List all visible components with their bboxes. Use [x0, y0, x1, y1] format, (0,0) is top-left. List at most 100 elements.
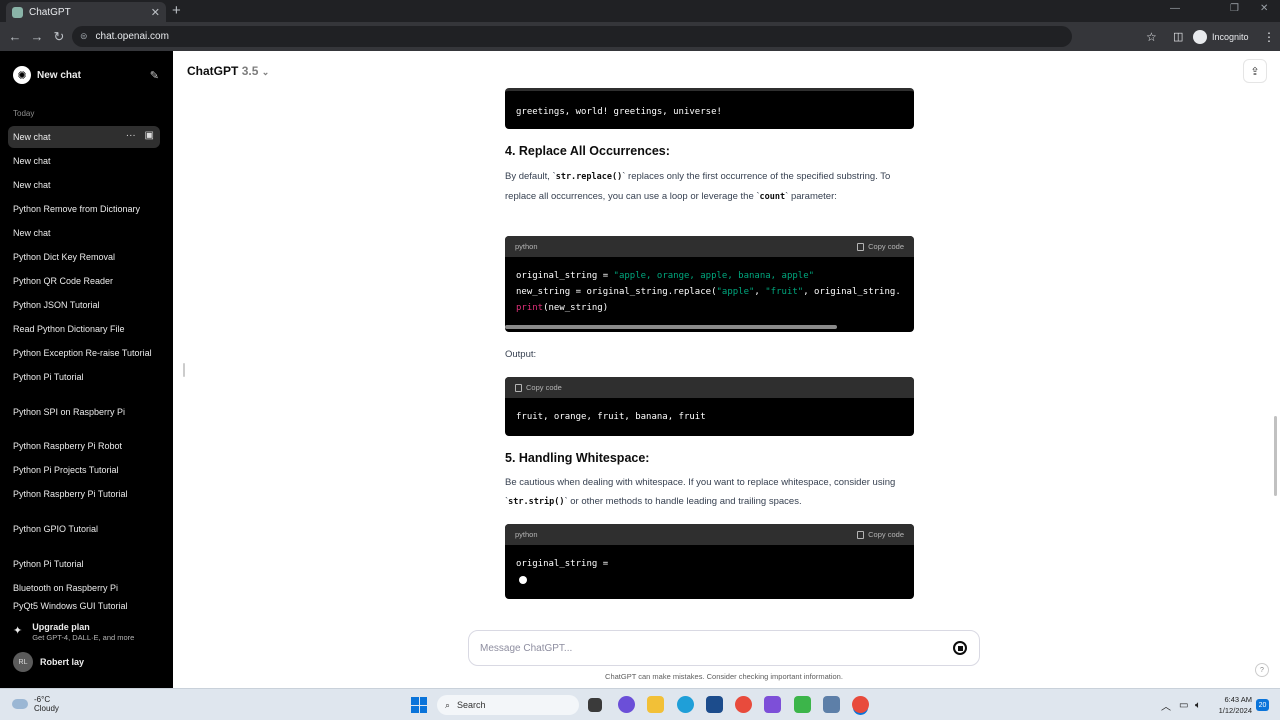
copy-code-button[interactable]: Copy code	[515, 383, 562, 392]
minimize-icon[interactable]: —	[1170, 3, 1180, 14]
code-text: greetings, world! greetings, universe!	[516, 107, 722, 117]
incognito-indicator[interactable]: Incognito	[1193, 22, 1249, 51]
taskbar-search[interactable]: ⌕ Search	[437, 695, 579, 715]
search-icon: ⌕	[445, 699, 451, 710]
stop-generating-button[interactable]	[953, 641, 967, 655]
new-tab-button[interactable]: +	[172, 2, 181, 19]
sidebar-item[interactable]: Python Exception Re-raise Tutorial	[8, 342, 160, 364]
chat-title: Python Raspberry Pi Robot	[13, 441, 123, 451]
close-window-icon[interactable]: ✕	[1260, 3, 1268, 14]
sidebar-item[interactable]: Python Pi Projects Tutorial	[8, 459, 160, 481]
sidebar: ✺ New chat ✎ Today New chat ··· ▣ New ch…	[0, 51, 173, 688]
copy-icon	[857, 242, 865, 251]
sidebar-item[interactable]: Read Python Dictionary File	[8, 318, 160, 340]
chat-title: Python QR Code Reader	[13, 276, 114, 286]
openai-logo-icon: ✺	[13, 66, 31, 84]
sidebar-item[interactable]: Python JSON Tutorial	[8, 294, 160, 316]
store-icon[interactable]	[706, 696, 723, 713]
copy-code-button[interactable]: Copy code	[857, 530, 904, 539]
new-chat-edit-icon[interactable]: ✎	[150, 69, 159, 82]
sidebar-item[interactable]: Bluetooth on Raspberry Pi	[8, 577, 160, 599]
model-selector[interactable]: ChatGPT 3.5 ⌄	[187, 64, 269, 78]
chat-title: PyQt5 Windows GUI Tutorial	[13, 601, 128, 611]
sidebar-item[interactable]: New chat	[8, 150, 160, 172]
site-info-icon[interactable]: ⊜	[80, 31, 88, 42]
help-button[interactable]: ?	[1255, 663, 1269, 677]
horizontal-scrollbar[interactable]	[505, 325, 837, 329]
tray-chevron-icon[interactable]: ︿	[1161, 689, 1171, 720]
sidebar-item[interactable]: PyQt5 Windows GUI Tutorial	[8, 601, 160, 613]
paragraph: By default, `str.replace()` replaces onl…	[505, 167, 914, 207]
chat-title: Python Remove from Dictionary	[13, 204, 141, 214]
model-name: ChatGPT	[187, 64, 239, 78]
more-options-icon[interactable]: ···	[126, 130, 136, 141]
volume-icon[interactable]: 🔈︎	[1195, 689, 1201, 720]
sidebar-item[interactable]: Python Remove from Dictionary	[8, 198, 160, 220]
chrome-icon[interactable]	[735, 696, 752, 713]
message-input[interactable]: Message ChatGPT...	[468, 630, 980, 666]
text: ` or other methods to handle leading and…	[564, 496, 802, 507]
sidebar-item[interactable]: Python Pi Tutorial	[8, 553, 160, 575]
chrome-incognito-icon[interactable]	[852, 696, 869, 713]
network-icon[interactable]: ▭	[1179, 689, 1188, 720]
clock[interactable]: 6:43 AM 1/12/2024	[1212, 694, 1252, 716]
app-icon[interactable]	[764, 696, 781, 713]
browser-tab[interactable]: ChatGPT ✕	[6, 2, 166, 22]
vertical-scrollbar[interactable]	[1274, 416, 1277, 496]
inline-code: str.replace()	[555, 172, 623, 182]
code-token: "apple"	[716, 287, 755, 297]
sidebar-item[interactable]: Python QR Code Reader	[8, 270, 160, 292]
sidebar-item-active[interactable]: New chat ··· ▣	[8, 126, 160, 148]
sidebar-item[interactable]: New chat	[8, 174, 160, 196]
sidebar-item[interactable]: Python Pi Tutorial	[8, 366, 160, 388]
code-token: print	[516, 303, 544, 313]
chat-app-icon[interactable]	[618, 696, 635, 713]
restore-icon[interactable]: ❐	[1230, 3, 1239, 14]
sidebar-item[interactable]: Python Raspberry Pi Robot	[8, 435, 160, 457]
chat-title: Python JSON Tutorial	[13, 300, 100, 310]
chat-title: Python GPIO Tutorial	[13, 524, 99, 534]
sidebar-item[interactable]: Python SPI on Raspberry Pi	[8, 401, 160, 423]
upgrade-subtitle: Get GPT-4, DALL·E, and more	[32, 633, 135, 642]
address-bar[interactable]: ⊜ chat.openai.com	[72, 26, 1072, 47]
sidebar-item[interactable]: Python Dict Key Removal	[8, 246, 160, 268]
sidebar-item[interactable]: Python Raspberry Pi Tutorial	[8, 483, 160, 505]
sidebar-toggle-handle[interactable]	[183, 363, 185, 377]
url-text: chat.openai.com	[95, 31, 169, 42]
back-icon[interactable]: ←	[4, 29, 26, 44]
streaming-cursor	[519, 576, 527, 584]
browser-tab-strip: ChatGPT ✕ + — ❐ ✕	[0, 0, 1280, 22]
chat-title: Python Raspberry Pi Tutorial	[13, 489, 128, 499]
new-chat-header[interactable]: ✺ New chat ✎	[13, 65, 159, 85]
incognito-icon	[1193, 29, 1207, 44]
chat-title: Python Exception Re-raise Tutorial	[13, 348, 152, 358]
share-button[interactable]: ⇪	[1243, 59, 1267, 83]
code-token: (new_string)	[543, 303, 609, 313]
windows-start-icon[interactable]	[411, 697, 427, 713]
task-view-icon[interactable]	[588, 698, 602, 712]
browser-menu-icon[interactable]: ⋮	[1263, 22, 1275, 51]
bookmark-star-icon[interactable]: ☆	[1146, 22, 1157, 51]
side-panel-icon[interactable]: ◫	[1173, 22, 1183, 51]
edge-icon[interactable]	[677, 696, 694, 713]
notification-badge[interactable]: 20	[1256, 699, 1269, 711]
sidebar-item[interactable]: Python GPIO Tutorial	[8, 518, 160, 540]
copy-icon	[857, 530, 865, 539]
chat-title: Python Pi Tutorial	[13, 372, 84, 382]
weather-widget[interactable]: -6°C Cloudy	[12, 695, 59, 713]
app-icon[interactable]	[823, 696, 840, 713]
forward-icon[interactable]: →	[26, 29, 48, 44]
archive-icon[interactable]: ▣	[145, 130, 154, 141]
paragraph: Be cautious when dealing with whitespace…	[505, 473, 914, 512]
today-section-label: Today	[13, 109, 35, 118]
notepad-icon[interactable]	[794, 696, 811, 713]
user-menu[interactable]: RL Robert lay	[13, 652, 84, 672]
sidebar-item[interactable]: New chat	[8, 222, 160, 244]
copy-code-button[interactable]: Copy code	[857, 242, 904, 251]
upgrade-plan-button[interactable]: ✦ Upgrade plan Get GPT-4, DALL·E, and mo…	[13, 622, 134, 642]
chat-title: Python Pi Tutorial	[13, 559, 84, 569]
tab-close-icon[interactable]: ✕	[151, 6, 160, 19]
chat-actions: ··· ▣	[126, 130, 154, 141]
file-explorer-icon[interactable]	[647, 696, 664, 713]
reload-icon[interactable]: ↻	[48, 29, 70, 45]
